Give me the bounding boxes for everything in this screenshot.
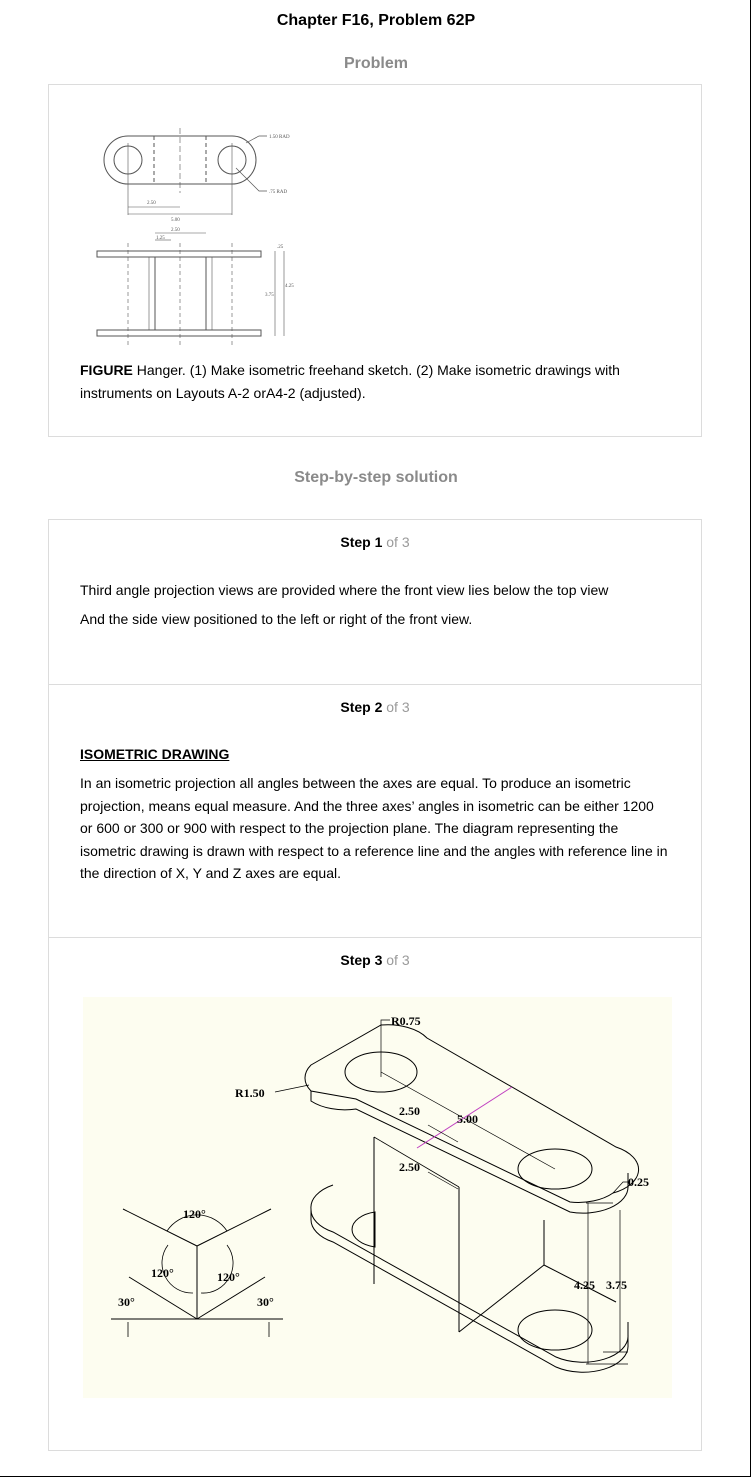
step-2-header: Step 2 of 3 [49,699,701,715]
page-title: Chapter F16, Problem 62P [276,12,476,29]
step-3-count: of 3 [382,952,410,968]
label-angle-120-left: 120° [151,1266,174,1280]
dim-425: 4.25 [285,284,294,289]
step-1-line-1: Third angle projection views are provide… [80,582,609,598]
isometric-hanger-svg: R0.75 R1.50 2.50 5.00 2.50 0.25 4.25 3.7… [111,1014,649,1373]
label-025: 0.25 [628,1175,649,1189]
step-3-label: Step 3 [340,952,383,968]
figure-caption: FIGURE Hanger. (1) Make isometric freeha… [80,359,660,405]
dim-375: 3.75 [265,293,274,298]
step-1-line-2: And the side view positioned to the left… [80,611,473,627]
label-r150: R1.50 [235,1086,265,1100]
step-2-paragraph: In an isometric projection all angles be… [80,775,668,881]
step-2-label: Step 2 [340,699,383,715]
problem-card: 1.50 RAD .75 RAD 2.50 5.00 2.50 1.25 .25… [48,84,702,437]
step-2-heading: ISOMETRIC DRAWING [80,746,230,762]
figure-label: FIGURE [80,362,133,378]
label-angle-30-left: 30° [118,1295,135,1309]
dim-rad-75: .75 RAD [269,190,287,195]
label-250a: 2.50 [399,1104,420,1118]
solution-card: Step 1 of 3 Third angle projection views… [48,519,702,1451]
label-angle-120-top: 120° [183,1207,206,1221]
solution-heading: Step-by-step solution [294,469,458,486]
step-3: Step 3 of 3 R0.75 R1.50 2.50 5.00 2.50 0… [49,938,701,1450]
label-angle-30-right: 30° [257,1295,274,1309]
isometric-drawing: R0.75 R1.50 2.50 5.00 2.50 0.25 4.25 3.7… [83,997,672,1398]
step-1: Step 1 of 3 Third angle projection views… [49,520,701,685]
hanger-orthographic-figure: 1.50 RAD .75 RAD 2.50 5.00 2.50 1.25 .25… [96,128,294,345]
dim-250: 2.50 [147,201,156,206]
step-1-header: Step 1 of 3 [49,534,701,550]
dim-500: 5.00 [171,218,180,223]
label-425: 4.25 [574,1278,595,1292]
label-250b: 2.50 [399,1160,420,1174]
step-3-header: Step 3 of 3 [49,952,701,968]
label-375: 3.75 [606,1278,627,1292]
dim-125: 1.25 [156,236,165,241]
label-500: 5.00 [457,1112,478,1126]
label-r075: R0.75 [391,1014,421,1028]
step-1-label: Step 1 [340,534,383,550]
label-angle-120-right: 120° [217,1270,240,1284]
problem-heading: Problem [343,55,408,72]
step-2-count: of 3 [382,699,410,715]
dim-250b: 2.50 [171,228,180,233]
dim-rad-150: 1.50 RAD [269,135,290,140]
dim-25: .25 [277,245,284,250]
figure-caption-text: Hanger. (1) Make isometric freehand sket… [80,362,620,401]
step-1-count: of 3 [382,534,410,550]
step-2: Step 2 of 3 ISOMETRIC DRAWING In an isom… [49,685,701,938]
